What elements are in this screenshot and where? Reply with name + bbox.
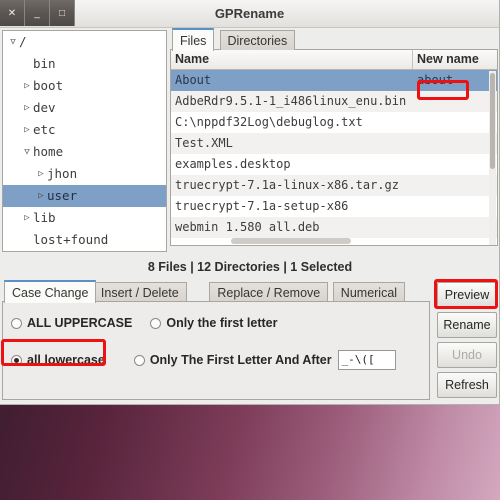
cell-new-name [413,196,497,217]
table-row[interactable]: truecrypt-7.1a-setup-x86 [171,196,497,217]
radio-label-only-first-and-after: Only The First Letter And After [149,353,332,367]
tree-item-label: lost+found [33,232,109,247]
tree-item-label: jhon [47,166,78,181]
radio-icon-all-lowercase[interactable] [11,354,22,366]
refresh-button[interactable]: Refresh [437,372,497,398]
tree-item-label: home [33,144,64,159]
tree-item-label: etc [33,122,56,137]
radio-all-lowercase[interactable]: all lowercase [11,353,105,367]
tab-replace-remove[interactable]: Replace / Remove [209,282,329,303]
option-row-1: ALL UPPERCASE Only the first letter [11,316,277,330]
column-header-name[interactable]: Name [171,50,413,69]
tree-item-label: user [47,188,78,203]
tree-expander-open-icon[interactable]: ▽ [7,31,19,53]
cell-new-name [413,154,497,175]
tab-files[interactable]: Files [172,28,215,51]
tree-item[interactable]: ▽ / [3,31,166,53]
tab-insert-delete[interactable]: Insert / Delete [92,282,187,303]
operations-notebook: Case Change Insert / Delete Replace / Remo… [0,280,499,402]
window-titlebar[interactable]: ✕ _ □ GPRename [0,0,499,28]
radio-only-first-and-after[interactable]: Only The First Letter And After [133,353,332,367]
tree-expander-open-icon[interactable]: ▽ [21,141,33,163]
tab-directories[interactable]: Directories [219,30,296,51]
cell-new-name [413,217,497,238]
file-list-horizontal-scrollbar[interactable] [231,238,351,244]
scrollbar-thumb[interactable] [490,73,495,169]
tree-item[interactable]: ▷ jhon [3,163,166,185]
cell-new-name: about [417,73,454,87]
tree-item[interactable]: ▷ dev [3,97,166,119]
tree-expander-closed-icon[interactable]: ▷ [21,207,33,229]
radio-label-all-uppercase: ALL UPPERCASE [27,316,133,330]
window-title: GPRename [214,6,285,21]
tree-item-label: lib [33,210,56,225]
gprename-window: ✕ _ □ GPRename ▽ / bin ▷ boot ▷ dev ▷ etc ▽ home ▷ j… [0,0,500,405]
radio-icon-only-first-and-after[interactable] [133,354,145,366]
tree-expander-closed-icon[interactable]: ▷ [21,97,33,119]
table-row[interactable]: Test.XML [171,133,497,154]
tab-case-change[interactable]: Case Change [4,280,97,303]
file-list-vertical-scrollbar[interactable] [489,71,496,245]
table-row[interactable]: C:\nppdf32Log\debuglog.txt [171,112,497,133]
table-row[interactable]: examples.desktop [171,154,497,175]
preview-button[interactable]: Preview [437,282,497,308]
cell-name: About [175,73,212,87]
table-row[interactable]: AdbeRdr9.5.1-1_i486linux_enu.bin [171,91,497,112]
action-button-column: Preview Rename Undo Refresh [437,282,497,402]
undo-button: Undo [437,342,497,368]
tree-expander-closed-icon[interactable]: ▷ [35,163,47,185]
radio-icon-all-uppercase[interactable] [11,317,22,329]
directory-tree[interactable]: ▽ / bin ▷ boot ▷ dev ▷ etc ▽ home ▷ jhon ▷ user ▷ lib los… [2,30,167,252]
column-header-new-name[interactable]: New name [413,50,497,69]
tree-item[interactable]: ▷ lib [3,207,166,229]
table-row[interactable]: About about [171,70,497,91]
rename-button[interactable]: Rename [437,312,497,338]
tree-expander-closed-icon[interactable]: ▷ [21,75,33,97]
cell-new-name [413,112,497,133]
file-list[interactable]: Name New name About about AdbeRdr9.5.1-1_i… [170,50,498,246]
operations-tab-row: Case Change Insert / Delete Replace / Remo… [2,280,430,303]
file-list-header: Name New name [171,50,497,70]
tree-item[interactable]: ▷ boot [3,75,166,97]
after-characters-input[interactable]: _-\([ [337,350,396,370]
cell-new-name [413,91,497,112]
tree-item-label: dev [33,100,56,115]
desktop-background: ✕ _ □ GPRename ▽ / bin ▷ boot ▷ dev ▷ etc ▽ home ▷ j… [0,0,500,500]
tree-item[interactable]: lost+found [3,229,166,251]
tree-expander-closed-icon[interactable]: ▷ [35,185,47,207]
cell-name: truecrypt-7.1a-linux-x86.tar.gz [175,178,399,192]
option-row-2: all lowercase Only The First Letter And … [11,350,396,370]
tab-numerical[interactable]: Numerical [332,282,406,303]
tree-expander-closed-icon[interactable]: ▷ [21,119,33,141]
cell-new-name [413,133,497,154]
tree-item[interactable]: ▷ etc [3,119,166,141]
radio-all-uppercase[interactable]: ALL UPPERCASE [11,316,132,330]
files-notebook: Files Directories Name New name About abou… [170,28,498,254]
table-row[interactable]: truecrypt-7.1a-linux-x86.tar.gz [171,175,497,196]
tree-item[interactable]: bin [3,53,166,75]
radio-icon-only-first-letter[interactable] [150,317,162,329]
cell-name: AdbeRdr9.5.1-1_i486linux_enu.bin [175,94,407,108]
radio-only-first-letter[interactable]: Only the first letter [150,316,277,330]
tree-item[interactable]: ▷ user [3,185,166,207]
radio-label-only-first-letter: Only the first letter [166,316,278,330]
table-row[interactable]: webmin 1.580 all.deb [171,217,497,238]
cell-name: Test.XML [175,136,233,150]
radio-label-all-lowercase: all lowercase [27,353,105,367]
tree-item-label: bin [33,56,56,71]
cell-name: examples.desktop [175,157,291,171]
cell-new-name [413,175,497,196]
tree-item-label: boot [33,78,64,93]
case-change-pane: ALL UPPERCASE Only the first letter all … [2,301,430,400]
tree-item[interactable]: ▽ home [3,141,166,163]
status-bar: 8 Files | 12 Directories | 1 Selected [147,260,353,274]
top-split: ▽ / bin ▷ boot ▷ dev ▷ etc ▽ home ▷ jhon ▷ user ▷ lib los… [0,28,499,256]
cell-name: truecrypt-7.1a-setup-x86 [175,199,349,213]
files-tab-row: Files Directories [170,28,498,51]
cell-name: C:\nppdf32Log\debuglog.txt [175,115,363,129]
cell-name: webmin 1.580 all.deb [175,220,320,234]
tree-item-label: / [19,34,27,49]
